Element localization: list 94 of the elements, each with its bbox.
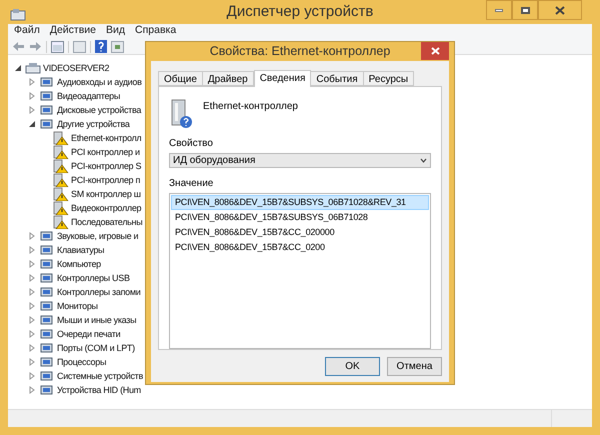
device-icon: [39, 355, 55, 369]
device-icon: [39, 229, 55, 243]
expand-arrow-icon[interactable]: [28, 232, 36, 240]
device-icon: [39, 89, 55, 103]
tree-item[interactable]: Дисковые устройства: [57, 103, 142, 117]
expand-arrow-icon[interactable]: [28, 274, 36, 282]
device-icon: [39, 271, 55, 285]
tree-item[interactable]: Контроллеры USB: [57, 271, 130, 285]
ok-button[interactable]: OK: [325, 356, 380, 376]
tree-item[interactable]: Звуковые, игровые и: [57, 229, 138, 243]
expand-arrow-icon[interactable]: [28, 106, 36, 114]
app-icon: [10, 8, 26, 22]
close-icon: [430, 47, 440, 55]
window-icon[interactable]: [111, 40, 124, 52]
maximize-button[interactable]: [512, 0, 538, 20]
tab[interactable]: События: [310, 70, 364, 86]
close-button[interactable]: [538, 0, 582, 20]
list-item[interactable]: PCI\VEN_8086&DEV_15B7&CC_0200: [171, 240, 429, 255]
forward-icon[interactable]: [29, 41, 42, 52]
tree-item[interactable]: Процессоры: [57, 355, 106, 369]
list-item[interactable]: PCI\VEN_8086&DEV_15B7&CC_020000: [171, 224, 429, 240]
expand-arrow-icon[interactable]: [28, 302, 36, 310]
computer-icon: [25, 61, 41, 75]
device-icon: [39, 327, 55, 341]
tree-item[interactable]: PCI-контроллер п: [71, 173, 140, 187]
list-item[interactable]: PCI\VEN_8086&DEV_15B7&SUBSYS_06B71028: [171, 210, 429, 225]
device-icon: [39, 103, 55, 117]
network-device-icon: [169, 98, 193, 129]
tree-item[interactable]: Ethernet-контролл: [71, 131, 142, 145]
collapse-arrow-icon[interactable]: [14, 64, 22, 72]
tab[interactable]: Общие: [158, 70, 203, 86]
window-title: Диспетчер устройств: [226, 2, 374, 22]
close-icon: [555, 6, 565, 14]
device-icon: [39, 243, 55, 257]
menu-item[interactable]: Действие: [50, 24, 96, 37]
menu-item[interactable]: Справка: [135, 24, 176, 37]
menu-item[interactable]: Вид: [106, 24, 125, 37]
list-item[interactable]: PCI\VEN_8086&DEV_15B7&SUBSYS_06B71028&REV_31: [171, 194, 429, 210]
tree-item[interactable]: Мыши и иные указы: [57, 313, 136, 327]
device-icon: [39, 313, 55, 327]
help-icon[interactable]: [95, 40, 107, 53]
value-label: Значение: [169, 176, 214, 191]
tree-item[interactable]: Контроллеры запоми: [57, 285, 140, 299]
device-icon: [39, 383, 55, 397]
tree-item[interactable]: Порты (COM и LPT): [57, 341, 135, 355]
tree-item[interactable]: Системные устройств: [57, 369, 143, 383]
cancel-button[interactable]: Отмена: [387, 356, 442, 376]
expand-arrow-icon[interactable]: [28, 372, 36, 380]
expand-arrow-icon[interactable]: [28, 386, 36, 394]
tree-item[interactable]: Мониторы: [57, 299, 98, 313]
tree-item[interactable]: Видеоадаптеры: [57, 89, 120, 103]
expand-arrow-icon[interactable]: [28, 316, 36, 324]
value-list[interactable]: PCI\VEN_8086&DEV_15B7&SUBSYS_06B71028&REV_31 PCI\VEN_8086&DEV_15B7&SUBSYS_06B71028 PCI\VEN_8086&DEV_15B7&CC_020000 PCI\VEN_8086&DEV_15B7&CC_0200: [169, 192, 431, 349]
tree-item[interactable]: VIDEOSERVER2: [43, 61, 110, 75]
property-label: Свойство: [169, 136, 214, 151]
tab[interactable]: Драйвер: [202, 70, 254, 86]
expand-arrow-icon[interactable]: [28, 260, 36, 268]
tree-item[interactable]: PCI-контроллер S: [71, 159, 142, 173]
tree-item[interactable]: Компьютер: [57, 257, 101, 271]
device-icon: [39, 299, 55, 313]
expand-arrow-icon[interactable]: [28, 344, 36, 352]
tree-item[interactable]: Очереди печати: [57, 327, 120, 341]
expand-arrow-icon[interactable]: [28, 92, 36, 100]
collapse-arrow-icon[interactable]: [28, 120, 36, 128]
tree-item[interactable]: Аудиовходы и аудиов: [57, 75, 142, 89]
property-dropdown[interactable]: ИД оборудования: [169, 152, 431, 168]
menu-item[interactable]: Файл: [14, 24, 40, 37]
tree-item[interactable]: SM контроллер ш: [71, 187, 141, 201]
device-icon: [39, 285, 55, 299]
tree-item[interactable]: Устройства HID (Hum: [57, 383, 141, 397]
tree-item[interactable]: Видеоконтроллер: [71, 201, 142, 215]
chevron-down-icon: [420, 158, 427, 163]
close-button[interactable]: [421, 42, 449, 60]
tree-item[interactable]: PCI контроллер и: [71, 145, 140, 159]
tree-item[interactable]: Другие устройства: [57, 117, 130, 131]
device-icon: [39, 341, 55, 355]
tree-item[interactable]: Клавиатуры: [57, 243, 104, 257]
expand-arrow-icon[interactable]: [28, 246, 36, 254]
tab[interactable]: Сведения: [254, 70, 312, 87]
back-icon[interactable]: [12, 41, 25, 52]
tree-item[interactable]: Последовательны: [71, 215, 142, 229]
device-icon: [39, 75, 55, 89]
expand-arrow-icon[interactable]: [28, 330, 36, 338]
dialog-title: Свойства: Ethernet-контроллер: [210, 43, 390, 60]
device-icon: [39, 257, 55, 271]
device-icon: [39, 117, 55, 131]
properties-icon[interactable]: [51, 40, 64, 52]
device-name: Ethernet-контроллер: [203, 100, 298, 114]
tab[interactable]: Ресурсы: [362, 70, 414, 86]
expand-arrow-icon[interactable]: [28, 358, 36, 366]
expand-arrow-icon[interactable]: [28, 288, 36, 296]
window-icon[interactable]: [73, 40, 86, 52]
expand-arrow-icon[interactable]: [28, 78, 36, 86]
device-icon: [39, 369, 55, 383]
